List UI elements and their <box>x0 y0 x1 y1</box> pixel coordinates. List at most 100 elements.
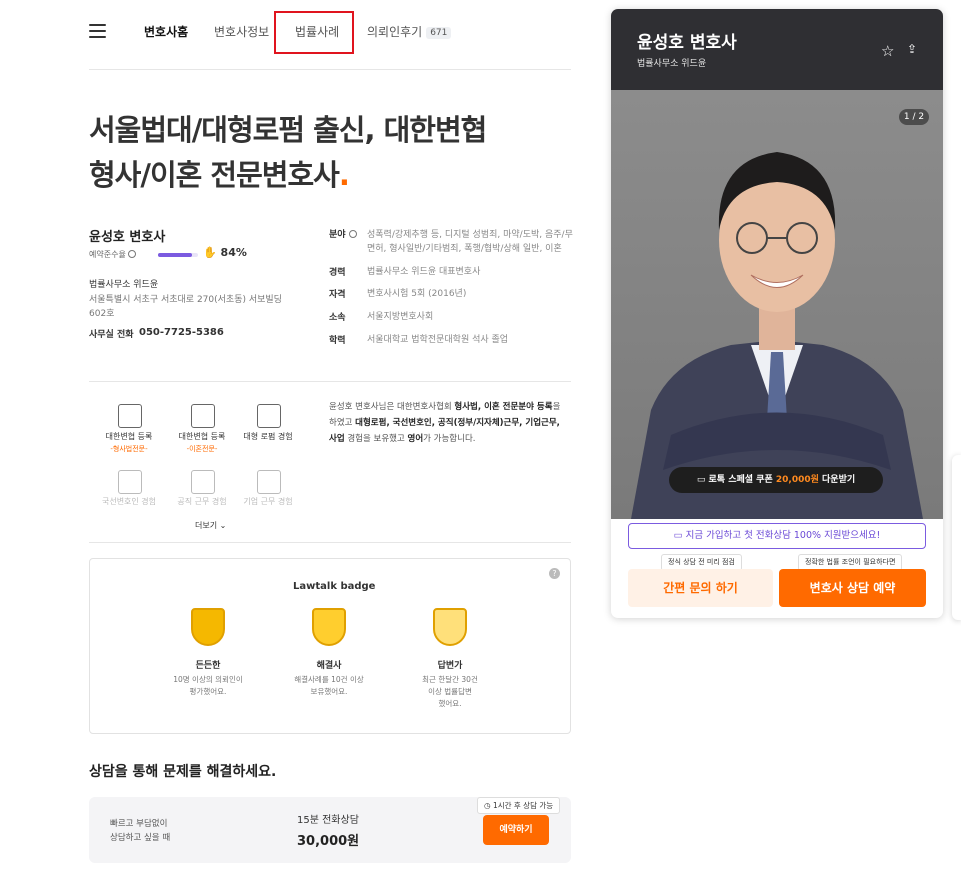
info-value: 서울대학교 법학전문대학원 석사 졸업 <box>367 335 509 345</box>
consult-price: 30,000원 <box>297 834 360 849</box>
star-icon[interactable]: ☆ <box>881 42 894 60</box>
badge-desc-line: 보유했어요. <box>310 687 348 696</box>
lawyer-card: 윤성호 변호사 법률사무소 위드윤 ☆ ⇪ 1 / 2 ▭ 로톡 스페셜 쿠폰 … <box>611 9 943 618</box>
coupon-text: 로톡 스페셜 쿠폰 <box>708 475 776 485</box>
lawyer-name: 윤성호 변호사 <box>89 230 166 245</box>
more-button[interactable]: 더보기 ⌄ <box>195 520 226 531</box>
person-desk-icon <box>257 470 281 494</box>
badge-sub: -형사법전문- <box>110 445 148 453</box>
divider <box>89 542 571 543</box>
share-icon[interactable]: ⇪ <box>907 42 917 56</box>
info-key-text: 분야 <box>329 230 346 240</box>
menu-icon[interactable] <box>89 24 106 38</box>
lawyer-photo[interactable] <box>611 90 943 519</box>
office-name: 법률사무소 위드윤 <box>89 280 159 290</box>
quick-inquiry-button[interactable]: 간편 문의 하기 <box>628 569 773 607</box>
side-panel-edge <box>952 455 961 620</box>
tab-label: 의뢰인후기 <box>367 25 423 39</box>
info-row-career: 경력 법률사무소 위드윤 대표변호사 <box>329 265 571 279</box>
lawyer-description: 윤성호 변호사님은 대한변호사협회 형사법, 이혼 전문분야 등록을 하였고 대… <box>329 399 569 447</box>
reserve-button[interactable]: 예약하기 <box>483 815 549 845</box>
reliable-badge-icon <box>191 608 225 646</box>
office-address: 서울특별시 서초구 서초대로 270(서초동) 서보빌딩 602호 <box>89 295 282 319</box>
tooltip-text: 1시간 후 상담 가능 <box>492 801 554 810</box>
phone-label: 사무실 전화 <box>89 330 134 340</box>
divider <box>89 69 571 70</box>
consult-desc-line: 상담하고 싶을 때 <box>110 833 171 843</box>
consult-description: 빠르고 부담없이상담하고 싶을 때 <box>110 817 170 845</box>
people-icon <box>118 470 142 494</box>
tab-lawyer-info[interactable]: 변호사정보 <box>214 23 269 40</box>
info-key: 자격 <box>329 290 346 300</box>
title-line-2: 형사/이혼 전문변호사. <box>89 153 486 198</box>
coupon-text: 다운받기 <box>818 475 856 485</box>
badge-name: 든든한 <box>195 661 221 671</box>
ticket-icon: ▭ <box>673 530 683 541</box>
consult-type: 15분 전화상담 <box>297 815 359 826</box>
building-icon <box>191 470 215 494</box>
info-icon[interactable] <box>128 250 137 258</box>
rate-label-text: 예약준수율 <box>89 250 126 259</box>
info-key: 분야 <box>329 228 357 242</box>
info-row-education: 학력 서울대학교 법학전문대학원 석사 졸업 <box>329 333 571 347</box>
info-value: 법률사무소 위드윤 대표변호사 <box>367 267 481 277</box>
badge-label: 대한변협 등록 <box>105 432 153 441</box>
badge-desc: 10명 이상의 의뢰인이평가했어요. <box>158 674 258 698</box>
info-row-field: 분야 성폭력/강제추행 등, 디지털 성범죄, 마약/도박, 음주/무면허, 형… <box>329 228 573 256</box>
badge-desc-line: 했어요. <box>438 699 462 708</box>
reservation-rate-label: 예약준수율 <box>89 249 137 260</box>
info-value: 서울지방변호사회 <box>367 312 434 322</box>
promo-banner[interactable]: ▭ 지금 가입하고 첫 전화상담 100% 지원받으세요! <box>628 523 926 549</box>
coupon-download-button[interactable]: ▭ 로톡 스페셜 쿠폰 20,000원 다운받기 <box>669 467 883 493</box>
info-key: 학력 <box>329 336 346 346</box>
lawyer-portrait <box>631 152 923 519</box>
badge-sub: -이혼전문- <box>186 445 218 453</box>
ticket-icon: ▭ <box>696 475 706 485</box>
reservation-rate-fill <box>158 253 192 257</box>
desc-bold: 형사법, 이혼 전문분야 등록 <box>454 402 553 412</box>
accent-dot: . <box>338 158 350 192</box>
availability-tooltip: ◷ 1시간 후 상담 가능 <box>477 797 561 814</box>
hand-icon: ✋ <box>203 246 217 259</box>
desc-text: 윤성호 변호사님은 대한변호사협회 <box>329 402 455 412</box>
badge-desc: 해결사례를 10건 이상보유했어요. <box>279 674 379 698</box>
badge-name: 답변가 <box>437 661 463 671</box>
badge-name: 해결사 <box>316 661 342 671</box>
page-title: 서울법대/대형로펌 출신, 대한변협 형사/이혼 전문변호사. <box>89 108 487 198</box>
more-label: 더보기 <box>195 521 218 530</box>
highlight-box <box>274 11 354 54</box>
badge-desc-line: 평가했어요. <box>189 687 227 696</box>
info-key: 소속 <box>329 313 346 323</box>
desc-text: 경험을 보유했고 <box>344 434 408 444</box>
info-value: 성폭력/강제추행 등, 디지털 성범죄, 마약/도박, 음주/무면허, 형사일반… <box>367 230 573 254</box>
tab-lawyer-home[interactable]: 변호사홈 <box>144 23 188 40</box>
consult-desc-line: 빠르고 부담없이 <box>110 819 168 829</box>
badge-desc-line: 이상 법률답변 <box>428 687 472 696</box>
badge-desc-line: 10명 이상의 의뢰인이 <box>173 675 243 684</box>
desc-bold: 영어 <box>407 434 424 444</box>
title-line-2-text: 형사/이혼 전문변호사 <box>89 158 340 192</box>
title-line-1: 서울법대/대형로펌 출신, 대한변협 <box>89 113 487 147</box>
phone-number[interactable]: 050-7725-5386 <box>139 327 224 338</box>
info-row-affiliation: 소속 서울지방변호사회 <box>329 310 571 324</box>
card-firm-name: 법률사무소 위드윤 <box>637 59 707 69</box>
badge-desc-line: 해결사례를 10건 이상 <box>294 675 364 684</box>
clock-icon: ◷ <box>484 801 491 810</box>
help-icon[interactable]: ? <box>549 568 560 579</box>
badge-label: 국선변호인 경험 <box>101 497 157 506</box>
chevron-down-icon: ⌄ <box>219 521 227 530</box>
info-row-qualification: 자격 변호사시험 5회 (2016년) <box>329 287 571 301</box>
rate-value-text: 84% <box>220 246 247 259</box>
info-key: 경력 <box>329 268 346 278</box>
consult-reserve-button[interactable]: 변호사 상담 예약 <box>779 569 926 607</box>
badge-desc-line: 최근 한달간 30건 <box>422 675 478 684</box>
card-lawyer-name: 윤성호 변호사 <box>637 33 737 53</box>
info-icon[interactable] <box>348 230 357 238</box>
consult-title: 상담을 통해 문제를 해결하세요. <box>89 764 277 780</box>
tab-client-reviews[interactable]: 의뢰인후기 671 <box>367 23 452 40</box>
coupon-amount: 20,000원 <box>775 475 819 485</box>
people-icon <box>257 404 281 428</box>
reservation-rate-value: ✋ 84% <box>203 246 247 259</box>
certificate-icon <box>118 404 142 428</box>
desc-text: 가 가능합니다. <box>423 434 476 444</box>
